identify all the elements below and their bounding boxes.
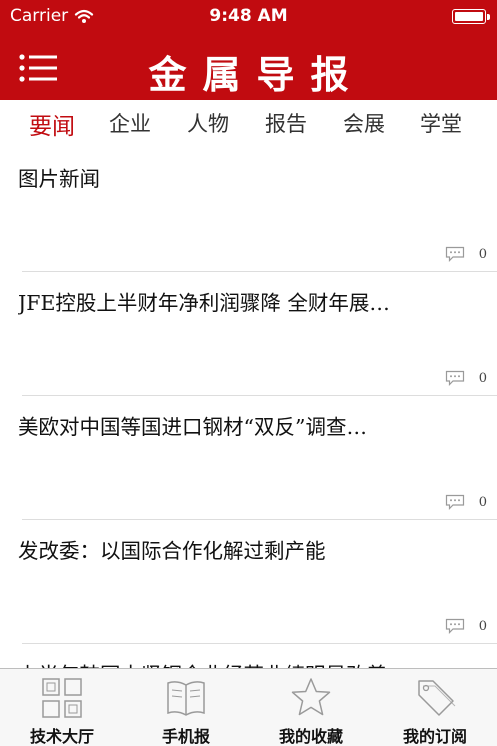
news-title: 图片新闻 (18, 167, 100, 191)
comment-count: 0 (478, 370, 487, 386)
divider (22, 643, 497, 644)
tab-yaowen[interactable]: 要闻 (29, 107, 75, 141)
tag-icon (418, 680, 456, 716)
news-item[interactable]: 美欧对中国等国进口钢材“双反”调查… 0 (0, 398, 497, 522)
tab-bar: 技术大厅 手机报 我的收藏 我的订阅 (0, 668, 497, 746)
comment-count: 0 (478, 246, 487, 262)
tabbar-item-tech-hall[interactable]: 技术大厅 (0, 669, 124, 746)
tab-xuetang[interactable]: 学堂 (420, 108, 462, 138)
category-tabs: 要闻 企业 人物 报告 会展 学堂 (0, 100, 497, 150)
battery-icon (452, 9, 490, 24)
comment-icon (445, 618, 464, 634)
tab-baogao[interactable]: 报告 (265, 108, 307, 138)
comment-icon (445, 494, 464, 510)
news-meta: 0 (445, 494, 487, 510)
news-list: 图片新闻 0 JFE控股上半财年净利润骤降 全财年展… 0 美欧对中国等国进口钢… (0, 150, 497, 668)
tabbar-item-favorites[interactable]: 我的收藏 (249, 669, 373, 746)
comment-icon (445, 370, 464, 386)
comment-count: 0 (478, 494, 487, 510)
status-time: 9:48 AM (209, 6, 288, 26)
tabbar-item-mobile-paper[interactable]: 手机报 (124, 669, 248, 746)
status-bar: Carrier 9:48 AM (0, 0, 497, 34)
news-title: JFE控股上半财年净利润骤降 全财年展… (18, 291, 390, 315)
news-item[interactable]: 发改委：以国际合作化解过剩产能 0 (0, 522, 497, 646)
news-title: 上半年韩国中坚钢企业经营业绩明显改善 (18, 658, 463, 668)
tabbar-label: 我的订阅 (402, 727, 467, 746)
comment-icon (445, 246, 464, 262)
news-item[interactable]: JFE控股上半财年净利润骤降 全财年展… 0 (0, 274, 497, 398)
grid-icon (42, 678, 82, 718)
news-item[interactable]: 图片新闻 0 (0, 150, 497, 274)
tabbar-label: 我的收藏 (278, 727, 343, 746)
news-meta: 0 (445, 246, 487, 262)
book-icon (167, 681, 205, 716)
news-meta: 0 (445, 370, 487, 386)
tab-renwu[interactable]: 人物 (187, 108, 229, 138)
news-meta: 0 (445, 618, 487, 634)
divider (22, 271, 497, 272)
news-item[interactable]: 上半年韩国中坚钢企业经营业绩明显改善 (0, 646, 497, 668)
tab-huizhan[interactable]: 会展 (343, 108, 385, 138)
divider (22, 395, 497, 396)
comment-count: 0 (478, 618, 487, 634)
news-title: 发改委：以国际合作化解过剩产能 (18, 539, 326, 563)
nav-bar: 金属导报 (0, 34, 497, 100)
star-icon (291, 678, 331, 716)
app-screen: Carrier 9:48 AM 金属导报 要闻 企业 人物 报告 会展 学堂 图… (0, 0, 497, 746)
tabbar-label: 手机报 (161, 727, 210, 746)
divider (22, 519, 497, 520)
tabbar-label: 技术大厅 (29, 727, 94, 746)
app-title: 金属导报 (148, 52, 365, 97)
tabbar-item-subscriptions[interactable]: 我的订阅 (373, 669, 497, 746)
tab-qiye[interactable]: 企业 (109, 108, 151, 138)
news-title: 美欧对中国等国进口钢材“双反”调查… (18, 415, 367, 439)
